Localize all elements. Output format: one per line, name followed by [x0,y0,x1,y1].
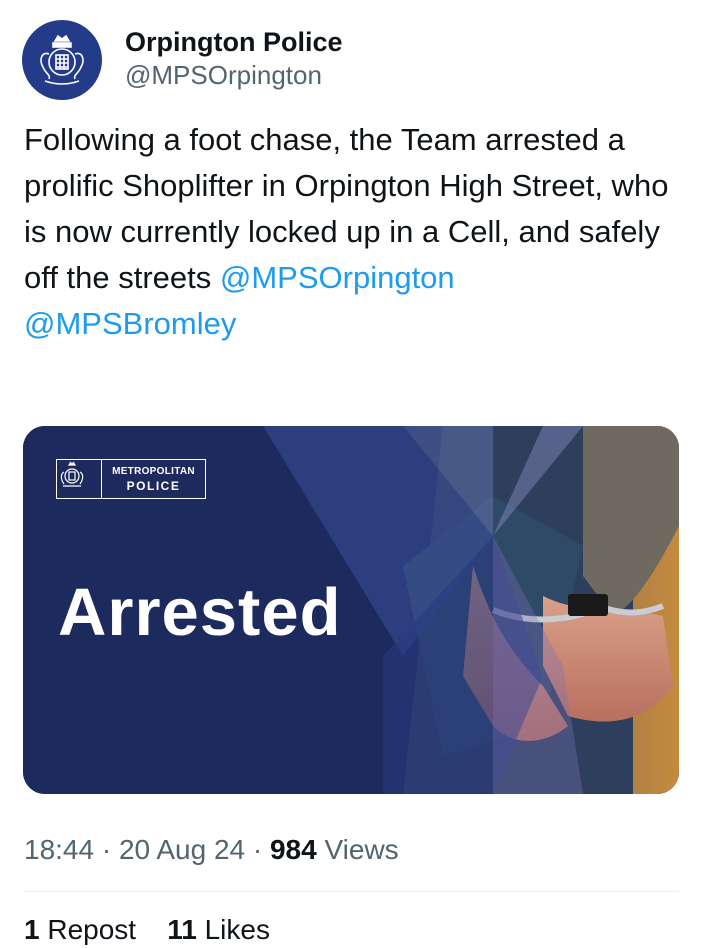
reposts-link[interactable]: 1 Repost [24,914,144,945]
separator: · [94,834,119,865]
likes-count: 11 [167,914,197,945]
user-handle[interactable]: @MPSOrpington [125,58,343,92]
display-name[interactable]: Orpington Police [125,26,343,58]
views-label: Views [316,834,399,865]
mention-link[interactable]: @MPSBromley [24,306,236,341]
reposts-count: 1 [24,914,40,945]
media-headline: Arrested [58,575,342,650]
logo-line-2: POLICE [126,479,181,493]
tweet-header: Orpington Police @MPSOrpington [22,20,343,100]
met-police-logo: METROPOLITAN POLICE [56,459,206,499]
met-crest-icon [57,460,102,498]
tweet-date[interactable]: 20 Aug 24 [119,834,245,865]
tweet-text: Following a foot chase, the Team arreste… [24,117,684,347]
tweet-media-image[interactable]: METROPOLITAN POLICE Arrested [23,426,679,794]
likes-link[interactable]: 11 Likes [167,914,270,945]
tweet-meta: 18:44 · 20 Aug 24 · 984 Views [24,832,399,868]
tweet-stats: 1 Repost 11 Likes [24,912,270,948]
mention-link[interactable]: @MPSOrpington [220,260,455,295]
avatar[interactable] [22,20,102,100]
likes-label: Likes [204,914,270,945]
logo-line-1: METROPOLITAN [112,466,195,477]
tweet-time[interactable]: 18:44 [24,834,94,865]
views-count: 984 [269,834,317,865]
met-police-crest-icon [40,34,84,85]
divider [24,891,679,892]
reposts-label: Repost [47,914,137,945]
separator: · [245,834,270,865]
